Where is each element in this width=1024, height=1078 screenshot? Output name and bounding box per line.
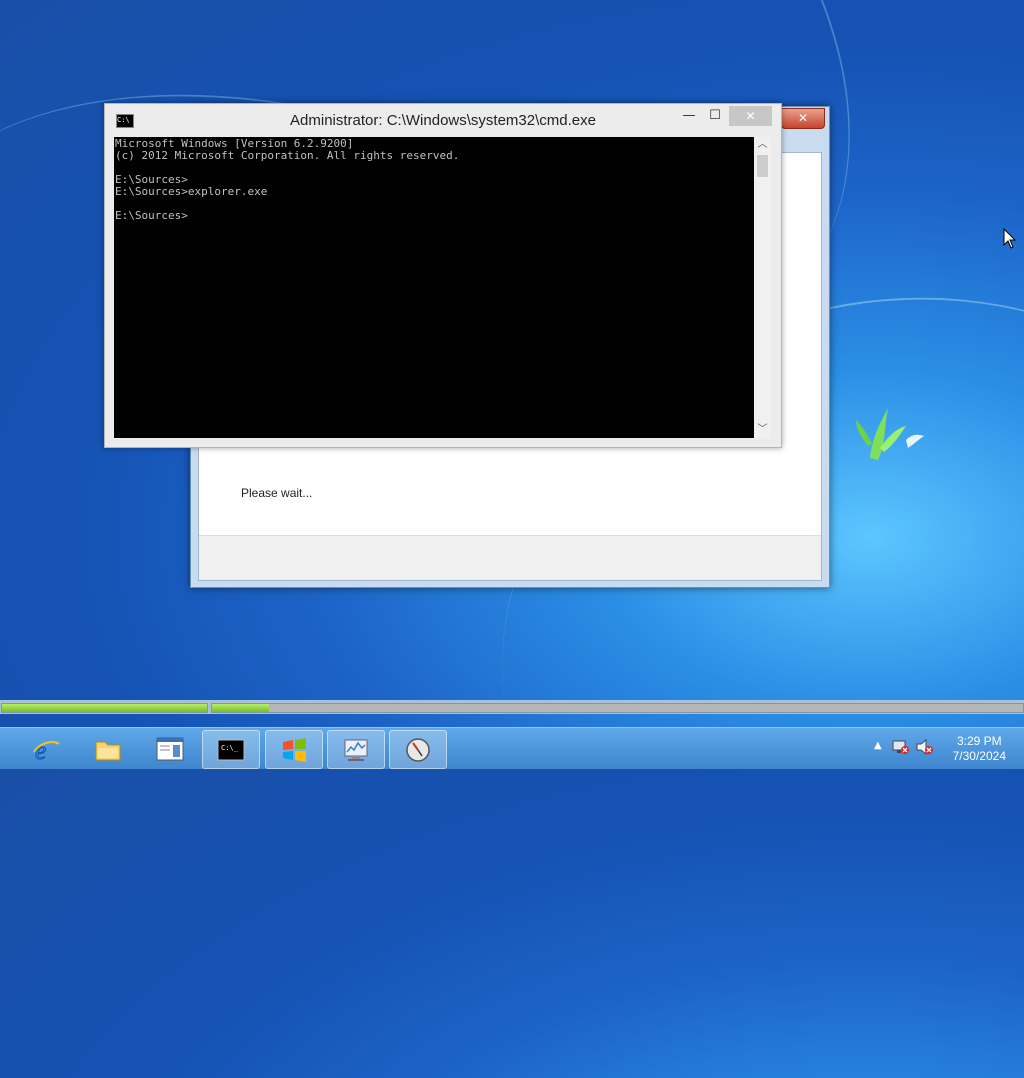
chevron-down-icon: ﹀ xyxy=(757,424,768,435)
bird-icon xyxy=(856,408,924,460)
close-icon: ✕ xyxy=(745,109,756,123)
status-message: Please wait... xyxy=(241,486,313,500)
setup-close-button[interactable]: ✕ xyxy=(781,108,825,129)
close-icon: ✕ xyxy=(797,111,809,125)
progress-fill xyxy=(212,704,269,712)
taskbar-command-prompt[interactable]: C:\_ xyxy=(202,730,260,769)
maximize-icon: ☐ xyxy=(709,108,721,123)
cmd-titlebar[interactable]: C:\ Administrator: C:\Windows\system32\c… xyxy=(105,104,781,136)
svg-text:C:\_: C:\_ xyxy=(221,744,239,752)
maximize-button[interactable]: ☐ xyxy=(703,106,727,126)
minimize-button[interactable]: — xyxy=(677,106,701,126)
clock-icon xyxy=(406,738,430,762)
chevron-up-icon[interactable]: ▲ xyxy=(874,740,882,751)
system-tray: ▲ 3:29 PM 7/30/2024 xyxy=(864,728,1024,769)
progress-bar-step2 xyxy=(211,703,1024,713)
taskbar: e C:\_ ▲ 3:29 PM 7/30/2024 xyxy=(0,727,1024,769)
taskbar-windows-logo[interactable] xyxy=(265,730,323,769)
windows-logo-icon xyxy=(283,738,306,762)
volume-muted-icon[interactable] xyxy=(916,739,934,755)
setup-window-footer xyxy=(199,535,821,580)
clock-date: 7/30/2024 xyxy=(952,749,1006,763)
progress-fill xyxy=(2,704,207,712)
taskbar-file-explorer[interactable] xyxy=(80,730,136,767)
window-icon xyxy=(156,737,184,761)
chevron-up-icon: ︿ xyxy=(757,139,768,150)
scroll-up-button[interactable]: ︿ xyxy=(754,137,771,153)
ie-icon: e xyxy=(33,736,60,762)
mouse-cursor-icon xyxy=(1003,228,1017,249)
folder-icon xyxy=(95,741,121,761)
console-line: E:\Sources> xyxy=(115,209,188,222)
taskbar-internet-explorer[interactable]: e xyxy=(18,730,74,767)
progress-bar-step1 xyxy=(1,703,208,713)
console-output[interactable]: Microsoft Windows [Version 6.2.9200] (c) … xyxy=(114,137,754,438)
vertical-scrollbar[interactable]: ︿ ﹀ xyxy=(754,137,771,438)
taskbar-window-app[interactable] xyxy=(142,730,198,767)
clock-time: 3:29 PM xyxy=(956,734,1002,748)
console-line: (c) 2012 Microsoft Corporation. All righ… xyxy=(115,149,460,162)
cmd-window[interactable]: C:\ Administrator: C:\Windows\system32\c… xyxy=(104,103,782,448)
taskbar-resource-monitor[interactable] xyxy=(327,730,385,769)
close-button[interactable]: ✕ xyxy=(729,106,772,126)
monitor-icon xyxy=(344,739,368,761)
network-error-icon[interactable] xyxy=(892,739,910,755)
console-line: E:\Sources>explorer.exe xyxy=(115,185,268,198)
scroll-down-button[interactable]: ﹀ xyxy=(754,422,771,438)
taskbar-clock-app[interactable] xyxy=(389,730,447,769)
scroll-thumb[interactable] xyxy=(757,155,768,177)
setup-progress-strip xyxy=(0,700,1024,714)
cmd-icon: C:\_ xyxy=(217,739,245,761)
minimize-icon: — xyxy=(682,108,696,123)
system-clock[interactable]: 3:29 PM 7/30/2024 xyxy=(953,734,1006,764)
